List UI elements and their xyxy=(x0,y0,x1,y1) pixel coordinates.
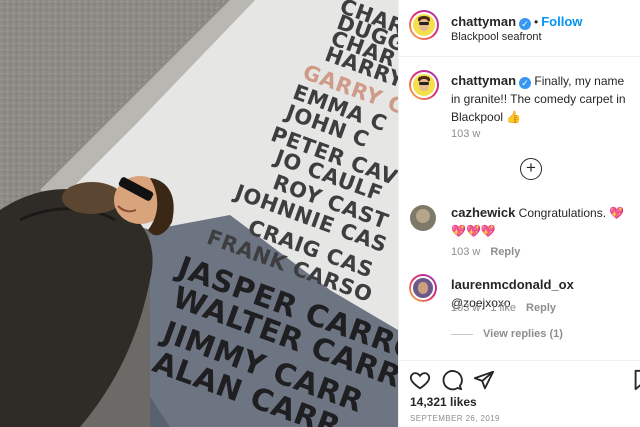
comment-text: Congratulations. xyxy=(518,206,607,220)
comment-cazhewick: cazhewick Congratulations. 💖💖💖💖 xyxy=(451,204,635,240)
post-header: chattyman ✓ • Follow Blackpool seafront xyxy=(399,0,640,57)
view-replies-label: View replies (1) xyxy=(483,328,563,340)
plus-circle-icon: + xyxy=(526,158,536,177)
reply-button[interactable]: Reply xyxy=(526,302,556,314)
caption-verified-badge-icon: ✓ xyxy=(519,77,532,89)
author-username[interactable]: chattyman xyxy=(451,14,516,29)
thumbs-up-icon: 👍 xyxy=(506,110,522,124)
bookmark-icon[interactable] xyxy=(631,369,640,391)
load-more-comments-button[interactable]: + xyxy=(520,158,542,180)
comment-meta-cazhewick: 103 w Reply xyxy=(451,246,530,258)
likes-count[interactable]: 14,321 likes xyxy=(410,395,477,409)
author-avatar[interactable] xyxy=(409,10,439,40)
post-panel: chattyman ✓ • Follow Blackpool seafront cha… xyxy=(398,0,640,427)
verified-badge-icon: ✓ xyxy=(519,18,532,30)
comment-username[interactable]: laurenmcdonald_ox xyxy=(451,277,574,292)
header-title-row: chattyman ✓ • Follow xyxy=(451,13,582,31)
heart-outline-icon[interactable] xyxy=(409,369,431,391)
caption-time[interactable]: 103 w xyxy=(451,128,480,140)
comment-time[interactable]: 103 w xyxy=(451,302,480,314)
paper-plane-icon[interactable] xyxy=(473,369,495,391)
caption-username[interactable]: chattyman xyxy=(451,73,516,88)
reply-button[interactable]: Reply xyxy=(490,246,520,258)
post-location[interactable]: Blackpool seafront xyxy=(451,31,542,43)
person-figure xyxy=(0,176,174,427)
post-photo[interactable]: CHAR DUGG CHAR HARRY GARRY C EMMA C JOHN C PETE… xyxy=(0,0,398,427)
post-date[interactable]: SEPTEMBER 26, 2019 xyxy=(410,414,500,423)
comment-bubble-icon[interactable] xyxy=(441,369,463,391)
caption-avatar[interactable] xyxy=(409,70,439,100)
reply-line-divider xyxy=(451,333,473,335)
comment-time[interactable]: 103 w xyxy=(451,246,480,258)
comment-username[interactable]: cazhewick xyxy=(451,205,515,220)
post-caption: chattyman ✓ Finally, my name in granite!!… xyxy=(451,72,635,126)
follow-button[interactable]: Follow xyxy=(541,14,582,29)
separator-dot: • xyxy=(534,15,539,29)
comment-avatar-cazhewick[interactable] xyxy=(410,205,436,231)
comment-avatar-laurenmcdonald[interactable] xyxy=(409,274,437,302)
view-replies-button[interactable]: View replies (1) xyxy=(451,328,573,340)
comment-meta-laurenmcdonald: 103 w 1 like Reply xyxy=(451,302,566,314)
post-actions-bar xyxy=(399,360,640,396)
comment-likes[interactable]: 1 like xyxy=(490,302,516,314)
